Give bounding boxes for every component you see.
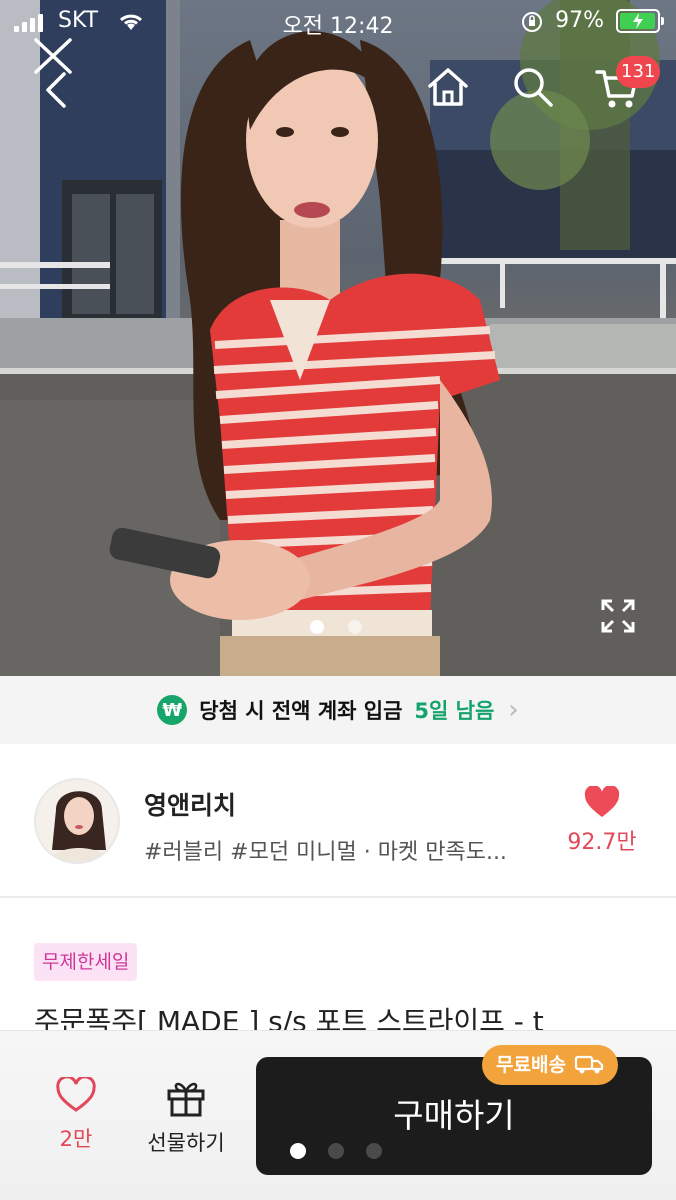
status-bar: SKT 오전 12:42 97% — [0, 0, 676, 44]
heart-outline-icon — [56, 1075, 96, 1112]
cart-count-badge: 131 — [616, 56, 661, 88]
bottom-page-dot — [328, 1143, 344, 1159]
store-like-count: 92.7만 — [567, 830, 637, 855]
sale-badge: 무제한세일 — [34, 943, 138, 981]
product-image-gallery[interactable]: SKT 오전 12:42 97% 131 — [0, 0, 676, 676]
gift-button[interactable]: 선물하기 — [136, 1077, 236, 1157]
store-info-row[interactable]: 영앤리치 #러블리 #모던 미니멀 · 마켓 만족도... 92.7만 — [0, 744, 676, 898]
free-shipping-badge: 무료배송 — [482, 1045, 618, 1085]
gallery-page-indicator — [310, 620, 362, 634]
gallery-page-dot — [348, 620, 362, 634]
like-button[interactable]: 2만 — [36, 1075, 116, 1153]
banner-days-left: 5일 남음 — [414, 699, 495, 723]
banner-text: 당첨 시 전액 계좌 입금 — [199, 699, 403, 723]
gift-label: 선물하기 — [147, 1131, 225, 1155]
back-arrow-icon[interactable] — [40, 68, 70, 112]
battery-icon — [616, 9, 664, 33]
won-icon: ₩ — [157, 695, 188, 725]
product-photo — [0, 0, 676, 676]
rotation-lock-icon — [522, 12, 542, 32]
store-like-button[interactable]: 92.7만 — [562, 785, 642, 856]
store-avatar[interactable] — [34, 778, 120, 864]
bottom-page-dot — [290, 1143, 306, 1159]
store-tags: #러블리 #모던 미니멀 · 마켓 만족도... — [144, 840, 507, 865]
store-name[interactable]: 영앤리치 — [144, 786, 236, 822]
gallery-page-dot — [310, 620, 324, 634]
battery-percent: 97% — [555, 8, 604, 33]
search-icon[interactable] — [512, 66, 554, 108]
bottom-page-dot — [366, 1143, 382, 1159]
heart-filled-icon — [584, 785, 620, 817]
store-avatar-image — [36, 780, 118, 862]
bottom-action-bar: 2만 선물하기 구매하기 무료배송 — [0, 1030, 676, 1200]
refund-banner[interactable]: ₩ 당첨 시 전액 계좌 입금 5일 남음 › — [0, 676, 676, 744]
like-count: 2만 — [59, 1127, 93, 1151]
home-icon[interactable] — [426, 66, 470, 108]
free-shipping-label: 무료배송 — [496, 1054, 566, 1076]
truck-icon — [574, 1055, 604, 1074]
gift-icon — [167, 1082, 205, 1117]
chevron-right-icon: › — [508, 695, 519, 725]
bottom-page-indicator — [290, 1143, 382, 1159]
fullscreen-icon[interactable] — [600, 598, 636, 634]
